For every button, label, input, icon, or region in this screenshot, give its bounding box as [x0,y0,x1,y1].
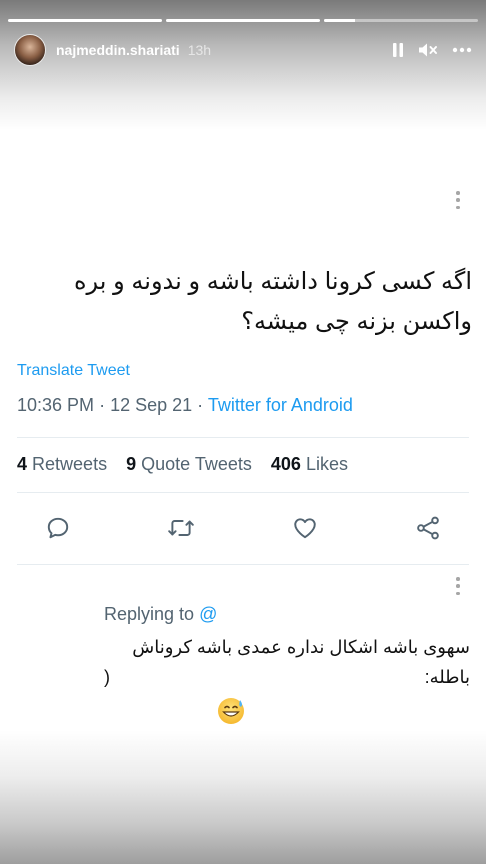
quote-count: 9 [126,454,137,474]
divider [17,437,469,438]
replying-to-handle[interactable]: @ [199,604,217,624]
reply-text: سهوی باشه اشکال نداره عمدی باشه کروناش ب… [132,637,470,687]
pause-icon[interactable] [392,42,404,58]
divider [17,564,469,565]
retweets-stat[interactable]: 4 Retweets [17,454,107,474]
bottom-gradient [0,730,486,864]
reply-text-paren: ) [104,667,110,687]
tweet-more-icon[interactable] [455,191,461,209]
tweet-actions [40,510,446,546]
likes-label: Likes [305,454,348,474]
quote-tweets-stat[interactable]: 9 Quote Tweets [126,454,252,474]
progress-segment [324,19,478,22]
tweet-text: اگه کسی کرونا داشته باشه و ندونه و بره و… [22,262,472,342]
divider [17,492,469,493]
username[interactable]: najmeddin.shariati [56,42,180,58]
grinning-sweat-emoji [217,697,245,725]
reply-icon[interactable] [40,510,76,546]
story-header: najmeddin.shariati 13h [14,33,472,67]
retweet-icon[interactable] [163,510,199,546]
progress-segment [166,19,320,22]
story-controls [392,42,472,58]
retweets-count: 4 [17,454,28,474]
more-icon[interactable] [452,47,472,53]
retweets-label: Retweets [32,454,108,474]
tweet-source-link[interactable]: Twitter for Android [208,395,353,415]
replying-to-label: Replying to [104,604,195,624]
tweet-date: 12 Sep 21 [110,395,193,415]
replying-to: Replying to @ [104,604,217,625]
likes-stat[interactable]: 406 Likes [271,454,348,474]
progress-segment [8,19,162,22]
tweet-time: 10:36 PM [17,395,95,415]
avatar[interactable] [14,34,46,66]
tweet-meta: 10:36 PM · 12 Sep 21 · Twitter for Andro… [17,395,353,415]
tweet-stats: 4 Retweets 9 Quote Tweets 406 Likes [17,454,362,475]
mute-icon[interactable] [418,42,438,58]
story-timestamp: 13h [187,42,212,58]
likes-count: 406 [270,454,301,474]
quote-label: Quote Tweets [141,454,252,474]
tweet-text-line: واکسن بزنه چی میشه؟ [241,308,472,335]
tweet-text-line: اگه کسی کرونا داشته باشه و ندونه و بره [73,268,472,295]
share-icon[interactable] [410,510,446,546]
story-progress-bar [8,19,478,22]
reply-more-icon[interactable] [455,577,461,595]
like-icon[interactable] [287,510,323,546]
translate-tweet-link[interactable]: Translate Tweet [17,362,130,380]
